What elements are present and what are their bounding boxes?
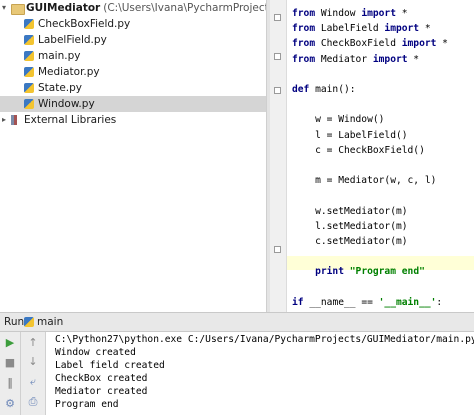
stop-icon[interactable]: ■ [3, 357, 17, 369]
code-line: w.setMediator(m) [292, 205, 408, 217]
code-line: from Window import * [292, 8, 408, 19]
tree-file-label: main.py [38, 50, 81, 62]
expand-arrow-icon[interactable]: ▾ [2, 0, 10, 12]
fold-marker-icon[interactable] [274, 246, 281, 253]
run-toolbar-right: ↑ ↓ ⤶ ⎙ [21, 332, 46, 415]
tree-file-label: LabelField.py [38, 34, 107, 46]
python-file-icon [24, 67, 34, 77]
code-line: print "Program end" [315, 266, 425, 278]
python-file-icon [24, 19, 34, 29]
code-line: if __name__ == '__main__': [292, 296, 443, 308]
folder-icon [11, 4, 25, 15]
python-file-icon [24, 51, 34, 61]
fold-marker-icon[interactable] [274, 14, 281, 21]
fold-marker-icon[interactable] [274, 87, 281, 94]
console-line: Mediator created [55, 386, 148, 397]
tree-file-item[interactable]: Mediator.py [0, 64, 266, 80]
fold-marker-icon[interactable] [274, 53, 281, 60]
tree-file-item[interactable]: main.py [0, 48, 266, 64]
code-line: l = LabelField() [292, 129, 408, 141]
console-line: CheckBox created [55, 373, 148, 384]
print-icon[interactable]: ⎙ [26, 396, 40, 408]
up-arrow-icon[interactable]: ↑ [26, 337, 40, 349]
code-line: w = Window() [292, 114, 385, 126]
run-toolbar-left: ▶ ■ ‖ ⚙ [0, 332, 21, 415]
python-file-icon [24, 317, 34, 327]
tree-file-label: Mediator.py [38, 66, 100, 78]
code-line: c.setMediator(m) [292, 236, 408, 247]
code-line: m = Mediator(w, c, l) [292, 175, 437, 187]
editor-gutter [270, 0, 287, 312]
library-icon [11, 115, 17, 125]
tree-file-label: CheckBoxField.py [38, 18, 131, 30]
code-line: c = CheckBoxField() [292, 144, 425, 156]
run-console-output[interactable]: C:\Python27\python.exe C:/Users/Ivana/Py… [46, 332, 474, 415]
run-tab-label[interactable]: Run [4, 313, 24, 331]
tree-file-item-selected[interactable]: Window.py [0, 96, 266, 112]
code-line: l.setMediator(m) [292, 220, 408, 232]
python-file-icon [24, 99, 34, 109]
code-line: from Mediator import * [292, 53, 420, 65]
project-name: GUIMediator [26, 2, 101, 14]
external-libraries-label: External Libraries [24, 114, 117, 126]
python-file-icon [24, 35, 34, 45]
console-line: Program end [55, 399, 119, 410]
code-editor[interactable]: from Window import * from LabelField impo… [270, 0, 474, 312]
tree-file-item[interactable]: CheckBoxField.py [0, 16, 266, 32]
console-command-line: C:\Python27\python.exe C:/Users/Ivana/Py… [55, 334, 474, 345]
code-line: from LabelField import * [292, 23, 431, 35]
play-icon[interactable]: ▶ [3, 337, 17, 349]
console-line: Label field created [55, 360, 165, 371]
pause-icon[interactable]: ‖ [3, 377, 17, 389]
python-file-icon [24, 83, 34, 93]
tree-external-libraries[interactable]: ▸ External Libraries [0, 112, 266, 128]
run-config-name[interactable]: main [37, 313, 63, 331]
code-line: from CheckBoxField import * [292, 38, 448, 50]
wrap-icon[interactable]: ⤶ [26, 376, 40, 388]
project-path: (C:\Users\Ivana\PycharmProjects\GUIMedia… [103, 2, 266, 14]
tree-file-label: State.py [38, 82, 83, 94]
run-tool-window-header: Run main [0, 312, 474, 332]
settings-icon[interactable]: ⚙ [3, 398, 17, 410]
console-line: Window created [55, 347, 136, 358]
tree-file-item[interactable]: LabelField.py [0, 32, 266, 48]
tree-file-label: Window.py [38, 98, 95, 110]
code-line: def main(): [292, 84, 356, 95]
collapse-arrow-icon[interactable]: ▸ [2, 112, 10, 124]
project-tree-panel: ▾ GUIMediator (C:\Users\Ivana\PycharmProj… [0, 0, 266, 312]
tree-file-item[interactable]: State.py [0, 80, 266, 96]
down-arrow-icon[interactable]: ↓ [26, 356, 40, 368]
tree-root[interactable]: ▾ GUIMediator (C:\Users\Ivana\PycharmProj… [0, 0, 266, 16]
